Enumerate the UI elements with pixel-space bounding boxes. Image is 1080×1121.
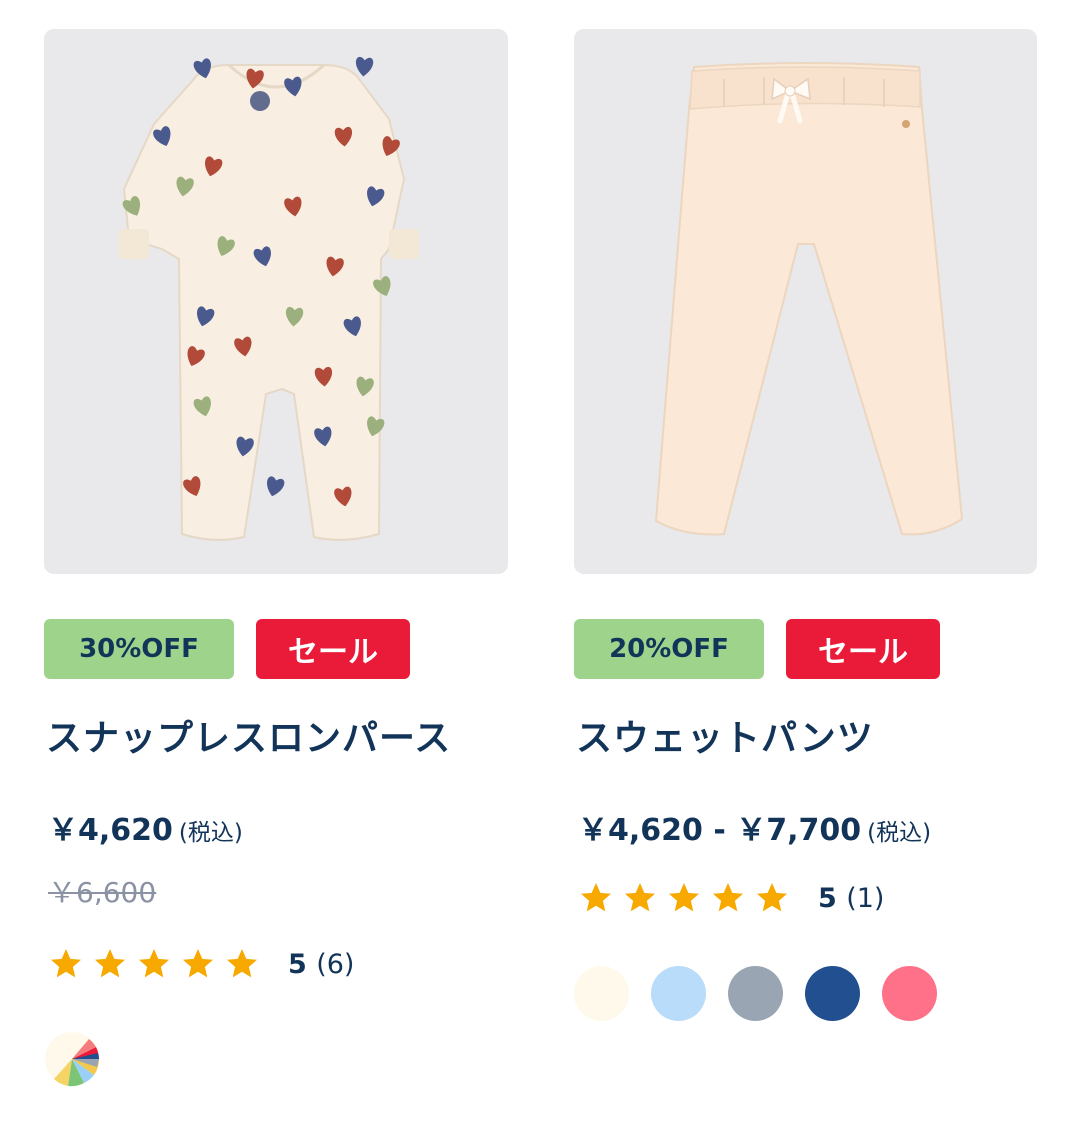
tax-label: (税込) xyxy=(867,820,932,846)
price-value: ￥4,620 xyxy=(48,813,173,848)
star-rating xyxy=(578,880,790,916)
star-icon xyxy=(713,883,743,912)
price-value: ￥4,620 - ￥7,700 xyxy=(578,813,862,848)
product-price: ￥4,620 - ￥7,700 (税込) xyxy=(578,805,931,849)
product-card-sweatpants[interactable]: 20%OFF セール スウェットパンツ ￥4,620 - ￥7,700 (税込) … xyxy=(574,29,1037,1021)
star-icon xyxy=(757,883,787,912)
swatch-navy[interactable] xyxy=(805,966,860,1021)
product-name[interactable]: スナップレスロンパース xyxy=(46,709,451,761)
product-rating[interactable]: 5 (1) xyxy=(578,880,884,916)
swatch-pink[interactable] xyxy=(882,966,937,1021)
rating-value: 5 xyxy=(288,948,307,980)
product-price: ￥4,620 (税込) xyxy=(48,805,243,849)
swatch-light-blue[interactable] xyxy=(651,966,706,1021)
star-icon xyxy=(669,883,699,912)
heart-print xyxy=(267,476,285,497)
product-image-romper[interactable] xyxy=(44,29,508,574)
original-price: ￥6,600 xyxy=(48,876,157,909)
discount-badge: 20%OFF xyxy=(574,619,764,679)
tax-label: (税込) xyxy=(178,820,243,846)
star-icon xyxy=(139,949,169,978)
discount-badge: 30%OFF xyxy=(44,619,234,679)
star-icon xyxy=(581,883,611,912)
product-card-romper[interactable]: 30%OFF セール スナップレスロンパース ￥4,620 (税込) ￥6,600… xyxy=(44,29,508,1087)
star-icon xyxy=(95,949,125,978)
star-icon xyxy=(227,949,257,978)
rating-value: 5 xyxy=(818,882,837,914)
sweatpants-illustration xyxy=(654,62,964,536)
swatch-grey[interactable] xyxy=(728,966,783,1021)
heart-print xyxy=(355,56,374,77)
product-image-sweatpants[interactable] xyxy=(574,29,1037,574)
star-icon xyxy=(51,949,81,978)
rating-summary: 5 (6) xyxy=(288,949,354,980)
star-rating xyxy=(48,946,260,982)
sale-badge: セール xyxy=(256,619,410,679)
rating-count: (1) xyxy=(846,882,885,914)
multicolor-swatch-icon[interactable] xyxy=(44,1031,100,1087)
product-rating[interactable]: 5 (6) xyxy=(48,946,354,982)
swatch-ivory[interactable] xyxy=(574,966,629,1021)
star-icon xyxy=(625,883,655,912)
product-name[interactable]: スウェットパンツ xyxy=(576,709,874,761)
sale-badge: セール xyxy=(786,619,940,679)
rating-summary: 5 (1) xyxy=(818,883,884,914)
romper-illustration xyxy=(119,56,419,541)
rating-count: (6) xyxy=(316,948,355,980)
color-swatches xyxy=(574,966,937,1021)
star-icon xyxy=(183,949,213,978)
